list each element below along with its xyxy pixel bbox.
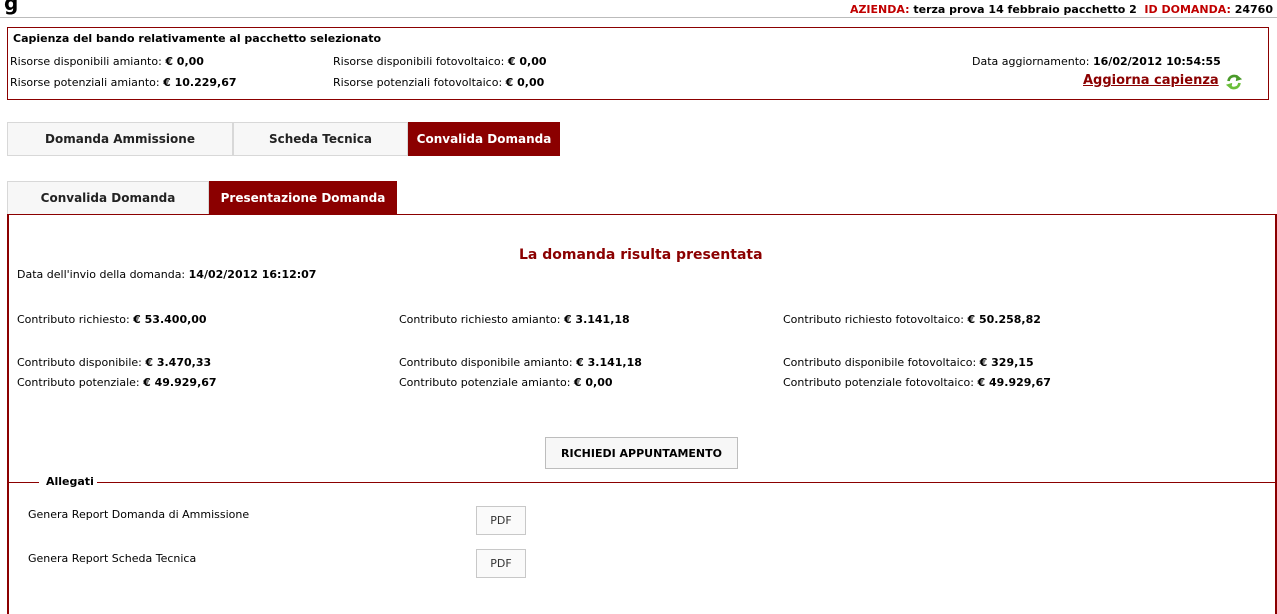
page-heading-fragment: g — [4, 0, 19, 15]
azienda-label: AZIENDA: — [849, 3, 910, 16]
value: € 49.929,67 — [977, 376, 1051, 389]
label: Data dell'invio della domanda: — [17, 268, 186, 281]
label: Risorse disponibili fotovoltaico: — [333, 55, 505, 68]
contributo-potenziale-amianto: Contributo potenziale amianto: € 0,00 — [399, 376, 613, 389]
refresh-icon[interactable] — [1225, 73, 1243, 91]
value: € 53.400,00 — [133, 313, 207, 326]
label: Contributo disponibile: — [17, 356, 142, 369]
value: 16/02/2012 10:54:55 — [1093, 55, 1221, 68]
contributo-disponibile-fotovoltaico: Contributo disponibile fotovoltaico: € 3… — [783, 356, 1034, 369]
tab-convalida-domanda[interactable]: Convalida Domanda — [408, 122, 560, 156]
aggiorna-capienza-link[interactable]: Aggiorna capienza — [1083, 73, 1219, 88]
label: Contributo disponibile amianto: — [399, 356, 573, 369]
id-domanda-value: 24760 — [1234, 3, 1273, 16]
label: Data aggiornamento: — [972, 55, 1090, 68]
report-scheda-tecnica-label: Genera Report Scheda Tecnica — [28, 552, 197, 565]
label: Contributo potenziale: — [17, 376, 140, 389]
label: Risorse disponibili amianto: — [10, 55, 162, 68]
application-header: AZIENDA: terza prova 14 febbraio pacchet… — [850, 3, 1273, 16]
capienza-box: Capienza del bando relativamente al pacc… — [7, 27, 1269, 100]
allegati-legend: Allegati — [43, 475, 97, 488]
risorse-potenziali-amianto: Risorse potenziali amianto: € 10.229,67 — [10, 76, 237, 89]
subtab-presentazione-domanda[interactable]: Presentazione Domanda — [209, 181, 397, 215]
label: Contributo disponibile fotovoltaico: — [783, 356, 977, 369]
risorse-disponibili-fotovoltaico: Risorse disponibili fotovoltaico: € 0,00 — [333, 55, 547, 68]
azienda-value: terza prova 14 febbraio pacchetto 2 — [913, 3, 1137, 16]
subtab-convalida-domanda[interactable]: Convalida Domanda — [7, 181, 209, 215]
value: 14/02/2012 16:12:07 — [188, 268, 317, 281]
data-invio: Data dell'invio della domanda: 14/02/201… — [17, 268, 316, 281]
report-domanda-ammissione-label: Genera Report Domanda di Ammissione — [28, 508, 250, 521]
contributo-potenziale-fotovoltaico: Contributo potenziale fotovoltaico: € 49… — [783, 376, 1051, 389]
value: € 0,00 — [507, 55, 547, 68]
label: Contributo potenziale amianto: — [399, 376, 571, 389]
richiedi-appuntamento-button[interactable]: RICHIEDI APPUNTAMENTO — [545, 437, 738, 469]
value: € 0,00 — [505, 76, 545, 89]
tab-scheda-tecnica[interactable]: Scheda Tecnica — [233, 122, 408, 156]
capienza-title: Capienza del bando relativamente al pacc… — [13, 32, 382, 45]
id-domanda-label: ID DOMANDA: — [1144, 3, 1231, 16]
label: Contributo richiesto amianto: — [399, 313, 561, 326]
label: Contributo potenziale fotovoltaico: — [783, 376, 974, 389]
allegati-divider-left — [9, 482, 39, 483]
risorse-disponibili-amianto: Risorse disponibili amianto: € 0,00 — [10, 55, 204, 68]
value: € 0,00 — [165, 55, 204, 68]
value: € 3.141,18 — [563, 313, 630, 326]
pdf-report-scheda-button[interactable]: PDF — [476, 549, 526, 578]
pdf-report-domanda-button[interactable]: PDF — [476, 506, 526, 535]
value: € 3.470,33 — [145, 356, 212, 369]
value: € 3.141,18 — [576, 356, 642, 369]
value: € 329,15 — [979, 356, 1034, 369]
value: € 49.929,67 — [143, 376, 217, 389]
header-divider — [0, 17, 1277, 18]
status-title: La domanda risulta presentata — [519, 247, 763, 263]
allegati-divider-right — [92, 482, 1275, 483]
label: Contributo richiesto: — [17, 313, 130, 326]
label: Contributo richiesto fotovoltaico: — [783, 313, 964, 326]
contributo-richiesto: Contributo richiesto: € 53.400,00 — [17, 313, 207, 326]
contributo-disponibile-amianto: Contributo disponibile amianto: € 3.141,… — [399, 356, 642, 369]
value: € 50.258,82 — [967, 313, 1041, 326]
risorse-potenziali-fotovoltaico: Risorse potenziali fotovoltaico: € 0,00 — [333, 76, 544, 89]
tab-domanda-ammissione[interactable]: Domanda Ammissione — [7, 122, 233, 156]
value: € 10.229,67 — [163, 76, 237, 89]
contributo-richiesto-fotovoltaico: Contributo richiesto fotovoltaico: € 50.… — [783, 313, 1041, 326]
contributo-disponibile: Contributo disponibile: € 3.470,33 — [17, 356, 211, 369]
value: € 0,00 — [573, 376, 613, 389]
label: Risorse potenziali amianto: — [10, 76, 160, 89]
contributo-richiesto-amianto: Contributo richiesto amianto: € 3.141,18 — [399, 313, 630, 326]
contributo-potenziale: Contributo potenziale: € 49.929,67 — [17, 376, 217, 389]
data-aggiornamento: Data aggiornamento: 16/02/2012 10:54:55 — [972, 55, 1221, 68]
label: Risorse potenziali fotovoltaico: — [333, 76, 503, 89]
